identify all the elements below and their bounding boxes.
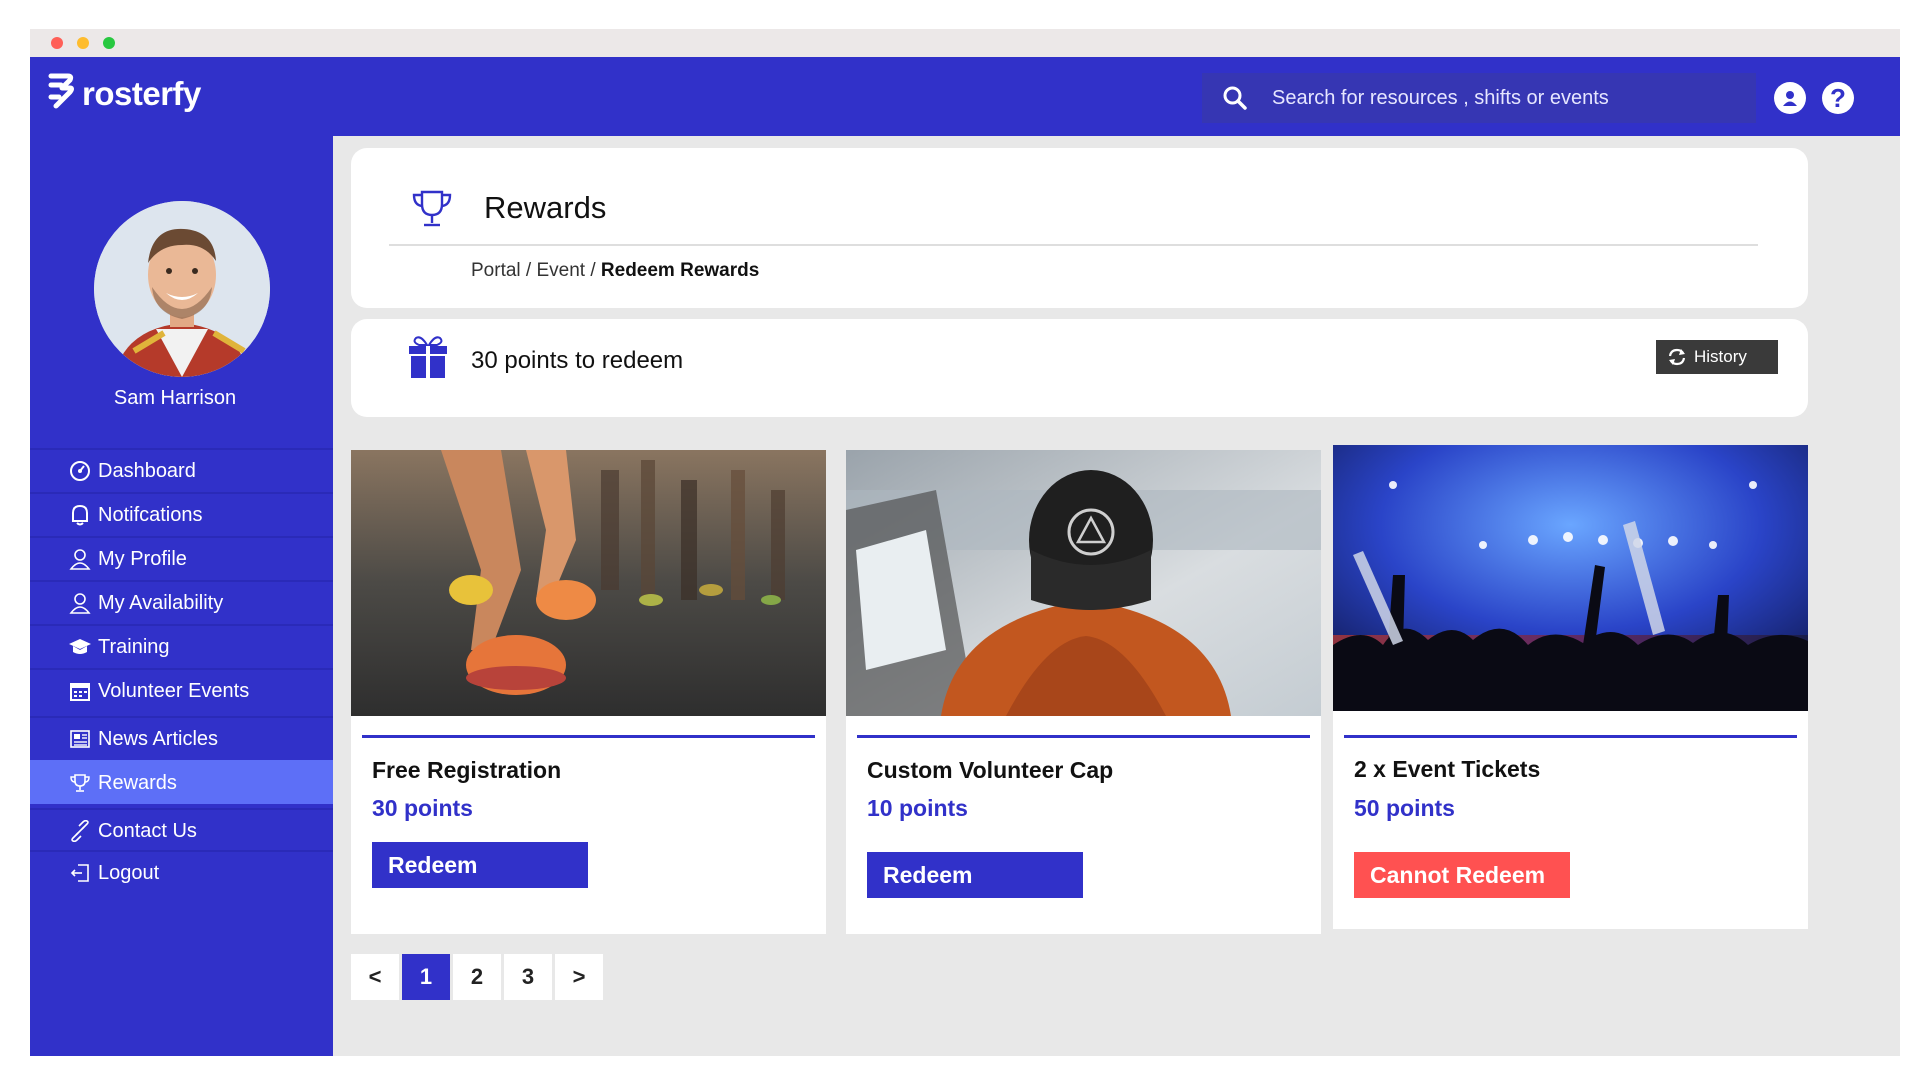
sidebar-item-label: Volunteer Events bbox=[98, 679, 250, 702]
close-window-button[interactable] bbox=[51, 37, 63, 49]
search-bar[interactable] bbox=[1202, 73, 1756, 123]
cannot-redeem-button[interactable]: Cannot Redeem bbox=[1354, 852, 1570, 898]
refresh-icon bbox=[1668, 348, 1686, 366]
sidebar-item-notifications[interactable]: Notifcations bbox=[30, 492, 333, 536]
bell-icon bbox=[68, 503, 92, 527]
avatar-photo bbox=[94, 201, 270, 377]
dashboard-icon bbox=[68, 459, 92, 483]
calendar-icon bbox=[68, 679, 92, 703]
link-icon bbox=[68, 819, 92, 843]
rosterfy-logo-icon bbox=[48, 73, 74, 109]
gift-icon bbox=[409, 336, 447, 378]
user-name: Sam Harrison bbox=[113, 387, 237, 409]
sidebar-item-label: Rewards bbox=[98, 771, 177, 794]
reward-card: Custom Volunteer Cap 10 points Redeem bbox=[846, 450, 1321, 934]
reward-card: Free Registration 30 points Redeem bbox=[351, 450, 826, 934]
points-balance: 30 points to redeem bbox=[471, 347, 684, 374]
sidebar-item-logout[interactable]: Logout bbox=[30, 850, 333, 894]
reward-card: 2 x Event Tickets 50 points Cannot Redee… bbox=[1333, 445, 1808, 929]
app-header: rosterfy ? bbox=[30, 57, 1900, 136]
graduation-cap-icon bbox=[68, 635, 92, 659]
window-titlebar bbox=[30, 29, 1900, 57]
breadcrumb: Portal / Event / Redeem Rewards bbox=[471, 260, 759, 282]
sidebar-item-label: My Profile bbox=[98, 547, 187, 570]
search-icon bbox=[1223, 86, 1247, 110]
reward-image-runners bbox=[351, 450, 826, 716]
sidebar-item-label: Contact Us bbox=[98, 819, 197, 842]
pagination-page-3[interactable]: 3 bbox=[504, 954, 552, 1000]
sidebar: Sam Harrison Dashboard Notifcations My P… bbox=[30, 136, 333, 1056]
account-button[interactable] bbox=[1774, 82, 1806, 114]
divider bbox=[1344, 735, 1797, 738]
newspaper-icon bbox=[68, 727, 92, 751]
reward-points: 30 points bbox=[372, 795, 473, 821]
sidebar-item-dashboard[interactable]: Dashboard bbox=[30, 448, 333, 492]
history-button[interactable]: History bbox=[1656, 340, 1778, 374]
trophy-icon bbox=[412, 190, 452, 227]
pagination-prev[interactable]: < bbox=[351, 954, 399, 1000]
avatar[interactable] bbox=[94, 201, 270, 377]
user-icon bbox=[68, 591, 92, 615]
reward-name: Free Registration bbox=[372, 757, 562, 783]
sidebar-item-my-profile[interactable]: My Profile bbox=[30, 536, 333, 580]
sidebar-item-contact-us[interactable]: Contact Us bbox=[30, 808, 333, 852]
sidebar-item-label: Training bbox=[98, 635, 170, 658]
user-account-icon bbox=[1783, 91, 1797, 106]
logout-icon bbox=[68, 861, 92, 885]
trophy-icon bbox=[68, 771, 92, 795]
divider bbox=[857, 735, 1310, 738]
sidebar-item-volunteer-events[interactable]: Volunteer Events bbox=[30, 668, 333, 712]
sidebar-item-label: Notifcations bbox=[98, 503, 203, 526]
reward-points: 10 points bbox=[867, 795, 968, 821]
reward-points: 50 points bbox=[1354, 795, 1455, 821]
reward-name: Custom Volunteer Cap bbox=[867, 757, 1114, 783]
points-summary-card: 30 points to redeem History bbox=[351, 319, 1808, 417]
brand-name: rosterfy bbox=[82, 75, 201, 112]
maximize-window-button[interactable] bbox=[103, 37, 115, 49]
sidebar-item-my-availability[interactable]: My Availability bbox=[30, 580, 333, 624]
redeem-button[interactable]: Redeem bbox=[372, 842, 588, 888]
sidebar-item-rewards[interactable]: Rewards bbox=[30, 760, 333, 804]
reward-image-concert bbox=[1333, 445, 1808, 711]
divider bbox=[362, 735, 815, 738]
reward-name: 2 x Event Tickets bbox=[1354, 756, 1541, 782]
redeem-button[interactable]: Redeem bbox=[867, 852, 1083, 898]
rosterfy-logo[interactable]: rosterfy bbox=[48, 73, 201, 115]
breadcrumb-portal[interactable]: Portal / bbox=[471, 260, 536, 281]
sidebar-item-news-articles[interactable]: News Articles bbox=[30, 716, 333, 760]
page-title: Rewards bbox=[484, 190, 607, 225]
help-icon: ? bbox=[1830, 82, 1846, 113]
minimize-window-button[interactable] bbox=[77, 37, 89, 49]
search-input[interactable] bbox=[1272, 86, 1732, 110]
sidebar-item-label: News Articles bbox=[98, 727, 219, 750]
pagination-page-1[interactable]: 1 bbox=[402, 954, 450, 1000]
sidebar-item-label: Dashboard bbox=[98, 459, 196, 482]
history-button-label: History bbox=[1694, 347, 1747, 366]
pagination-next[interactable]: > bbox=[555, 954, 603, 1000]
user-icon bbox=[68, 547, 92, 571]
help-button[interactable]: ? bbox=[1822, 82, 1854, 114]
divider bbox=[389, 244, 1758, 246]
page-header-card: Rewards Portal / Event / Redeem Rewards bbox=[351, 148, 1808, 308]
browser-window: rosterfy ? bbox=[30, 29, 1900, 1056]
breadcrumb-current: Redeem Rewards bbox=[600, 260, 760, 281]
sidebar-item-label: Logout bbox=[98, 861, 160, 884]
sidebar-item-training[interactable]: Training bbox=[30, 624, 333, 668]
pagination-page-2[interactable]: 2 bbox=[453, 954, 501, 1000]
reward-image-cap bbox=[846, 450, 1321, 716]
breadcrumb-event[interactable]: Event / bbox=[536, 260, 600, 281]
sidebar-item-label: My Availability bbox=[98, 591, 224, 614]
